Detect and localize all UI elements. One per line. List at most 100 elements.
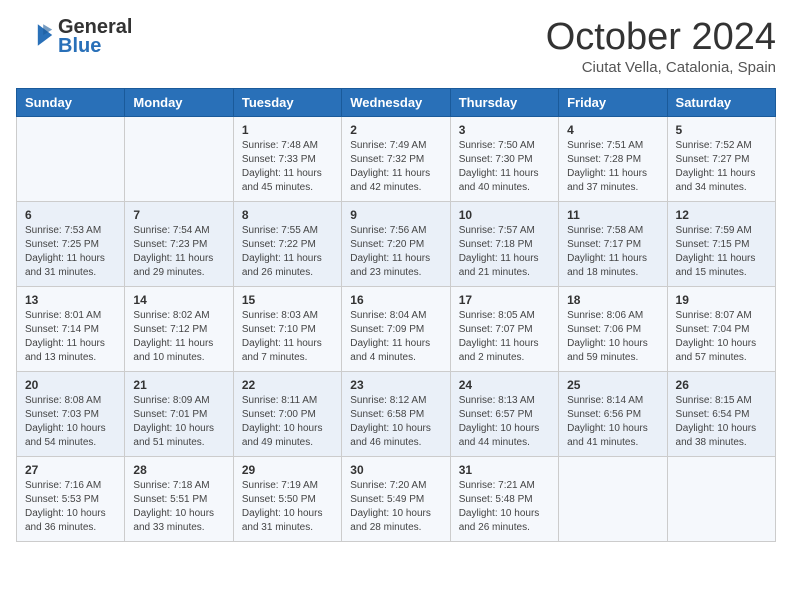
day-number: 31 [459, 463, 550, 477]
day-number: 10 [459, 208, 550, 222]
day-info: Sunrise: 7:20 AM Sunset: 5:49 PM Dayligh… [350, 479, 441, 535]
day-number: 17 [459, 293, 550, 307]
month-title: October 2024 [546, 16, 776, 59]
calendar-cell: 29 Sunrise: 7:19 AM Sunset: 5:50 PM Dayli… [233, 457, 341, 542]
day-info: Sunrise: 7:56 AM Sunset: 7:20 PM Dayligh… [350, 224, 441, 280]
day-info: Sunrise: 8:01 AM Sunset: 7:14 PM Dayligh… [25, 309, 116, 365]
day-number: 26 [676, 378, 767, 392]
day-info: Sunrise: 7:58 AM Sunset: 7:17 PM Dayligh… [567, 224, 658, 280]
day-number: 5 [676, 123, 767, 137]
calendar-cell: 16Sunrise: 8:04 AM Sunset: 7:09 PM Dayli… [342, 287, 450, 372]
day-info: Sunrise: 8:08 AM Sunset: 7:03 PM Dayligh… [25, 394, 116, 450]
calendar-cell [559, 457, 667, 542]
day-number: 22 [242, 378, 333, 392]
day-info: Sunrise: 8:03 AM Sunset: 7:10 PM Dayligh… [242, 309, 333, 365]
calendar-cell: 13 Sunrise: 8:01 AM Sunset: 7:14 PM Dayli… [17, 287, 125, 372]
calendar-cell: 10 Sunrise: 7:57 AM Sunset: 7:18 PM Dayli… [450, 202, 558, 287]
day-of-week-header: Wednesday [342, 89, 450, 117]
day-info: Sunrise: 7:50 AM Sunset: 7:30 PM Dayligh… [459, 139, 550, 195]
day-info: Sunrise: 7:48 AM Sunset: 7:33 PM Dayligh… [242, 139, 333, 195]
day-info: Sunrise: 8:09 AM Sunset: 7:01 PM Dayligh… [133, 394, 224, 450]
day-of-week-header: Monday [125, 89, 233, 117]
day-number: 25 [567, 378, 658, 392]
day-info: Sunrise: 8:07 AM Sunset: 7:04 PM Dayligh… [676, 309, 767, 365]
calendar-cell: 7 Sunrise: 7:54 AM Sunset: 7:23 PM Daylig… [125, 202, 233, 287]
day-info: Sunrise: 8:14 AM Sunset: 6:56 PM Dayligh… [567, 394, 658, 450]
calendar-week-row: 1 Sunrise: 7:48 AM Sunset: 7:33 PM Daylig… [17, 117, 776, 202]
title-block: October 2024 Ciutat Vella, Catalonia, Sp… [546, 16, 776, 76]
day-number: 1 [242, 123, 333, 137]
day-number: 14 [133, 293, 224, 307]
day-info: Sunrise: 7:54 AM Sunset: 7:23 PM Dayligh… [133, 224, 224, 280]
day-number: 20 [25, 378, 116, 392]
day-number: 7 [133, 208, 224, 222]
day-number: 23 [350, 378, 441, 392]
day-info: Sunrise: 7:16 AM Sunset: 5:53 PM Dayligh… [25, 479, 116, 535]
calendar-cell: 31 Sunrise: 7:21 AM Sunset: 5:48 PM Dayli… [450, 457, 558, 542]
day-info: Sunrise: 7:55 AM Sunset: 7:22 PM Dayligh… [242, 224, 333, 280]
day-info: Sunrise: 7:19 AM Sunset: 5:50 PM Dayligh… [242, 479, 333, 535]
day-of-week-header: Thursday [450, 89, 558, 117]
calendar-cell: 28 Sunrise: 7:18 AM Sunset: 5:51 PM Dayli… [125, 457, 233, 542]
calendar-table: SundayMondayTuesdayWednesdayThursdayFrid… [16, 88, 776, 542]
day-number: 30 [350, 463, 441, 477]
day-info: Sunrise: 7:52 AM Sunset: 7:27 PM Dayligh… [676, 139, 767, 195]
day-number: 3 [459, 123, 550, 137]
day-number: 11 [567, 208, 658, 222]
day-number: 24 [459, 378, 550, 392]
calendar-cell: 3 Sunrise: 7:50 AM Sunset: 7:30 PM Daylig… [450, 117, 558, 202]
calendar-week-row: 27 Sunrise: 7:16 AM Sunset: 5:53 PM Dayli… [17, 457, 776, 542]
day-info: Sunrise: 8:13 AM Sunset: 6:57 PM Dayligh… [459, 394, 550, 450]
calendar-cell: 22Sunrise: 8:11 AM Sunset: 7:00 PM Dayli… [233, 372, 341, 457]
day-number: 12 [676, 208, 767, 222]
calendar-week-row: 20 Sunrise: 8:08 AM Sunset: 7:03 PM Dayli… [17, 372, 776, 457]
calendar-cell: 1 Sunrise: 7:48 AM Sunset: 7:33 PM Daylig… [233, 117, 341, 202]
day-info: Sunrise: 7:57 AM Sunset: 7:18 PM Dayligh… [459, 224, 550, 280]
day-info: Sunrise: 7:18 AM Sunset: 5:51 PM Dayligh… [133, 479, 224, 535]
calendar-header: SundayMondayTuesdayWednesdayThursdayFrid… [17, 89, 776, 117]
calendar-cell: 11 Sunrise: 7:58 AM Sunset: 7:17 PM Dayli… [559, 202, 667, 287]
day-info: Sunrise: 8:05 AM Sunset: 7:07 PM Dayligh… [459, 309, 550, 365]
calendar-week-row: 6Sunrise: 7:53 AM Sunset: 7:25 PM Daylig… [17, 202, 776, 287]
day-number: 27 [25, 463, 116, 477]
day-info: Sunrise: 8:12 AM Sunset: 6:58 PM Dayligh… [350, 394, 441, 450]
calendar-cell [125, 117, 233, 202]
day-number: 13 [25, 293, 116, 307]
calendar-cell: 12 Sunrise: 7:59 AM Sunset: 7:15 PM Dayli… [667, 202, 775, 287]
day-number: 16 [350, 293, 441, 307]
day-number: 4 [567, 123, 658, 137]
calendar-cell: 9 Sunrise: 7:56 AM Sunset: 7:20 PM Daylig… [342, 202, 450, 287]
calendar-cell: 23 Sunrise: 8:12 AM Sunset: 6:58 PM Dayli… [342, 372, 450, 457]
day-info: Sunrise: 7:49 AM Sunset: 7:32 PM Dayligh… [350, 139, 441, 195]
calendar-cell: 6Sunrise: 7:53 AM Sunset: 7:25 PM Daylig… [17, 202, 125, 287]
day-number: 9 [350, 208, 441, 222]
day-of-week-header: Sunday [17, 89, 125, 117]
day-info: Sunrise: 7:59 AM Sunset: 7:15 PM Dayligh… [676, 224, 767, 280]
calendar-cell: 30 Sunrise: 7:20 AM Sunset: 5:49 PM Dayli… [342, 457, 450, 542]
calendar-week-row: 13 Sunrise: 8:01 AM Sunset: 7:14 PM Dayli… [17, 287, 776, 372]
day-info: Sunrise: 8:06 AM Sunset: 7:06 PM Dayligh… [567, 309, 658, 365]
calendar-cell: 5 Sunrise: 7:52 AM Sunset: 7:27 PM Daylig… [667, 117, 775, 202]
calendar-cell [17, 117, 125, 202]
day-info: Sunrise: 7:21 AM Sunset: 5:48 PM Dayligh… [459, 479, 550, 535]
calendar-cell: 25 Sunrise: 8:14 AM Sunset: 6:56 PM Dayli… [559, 372, 667, 457]
day-number: 21 [133, 378, 224, 392]
calendar-cell: 4 Sunrise: 7:51 AM Sunset: 7:28 PM Daylig… [559, 117, 667, 202]
day-info: Sunrise: 8:02 AM Sunset: 7:12 PM Dayligh… [133, 309, 224, 365]
calendar-cell: 17 Sunrise: 8:05 AM Sunset: 7:07 PM Dayli… [450, 287, 558, 372]
day-info: Sunrise: 7:51 AM Sunset: 7:28 PM Dayligh… [567, 139, 658, 195]
day-number: 28 [133, 463, 224, 477]
calendar-cell: 14 Sunrise: 8:02 AM Sunset: 7:12 PM Dayli… [125, 287, 233, 372]
calendar-cell: 24 Sunrise: 8:13 AM Sunset: 6:57 PM Dayli… [450, 372, 558, 457]
day-number: 18 [567, 293, 658, 307]
day-info: Sunrise: 8:15 AM Sunset: 6:54 PM Dayligh… [676, 394, 767, 450]
day-of-week-header: Tuesday [233, 89, 341, 117]
calendar-cell: 21 Sunrise: 8:09 AM Sunset: 7:01 PM Dayli… [125, 372, 233, 457]
day-number: 2 [350, 123, 441, 137]
calendar-cell: 8 Sunrise: 7:55 AM Sunset: 7:22 PM Daylig… [233, 202, 341, 287]
calendar-cell: 15Sunrise: 8:03 AM Sunset: 7:10 PM Dayli… [233, 287, 341, 372]
day-number: 8 [242, 208, 333, 222]
day-of-week-header: Friday [559, 89, 667, 117]
day-number: 29 [242, 463, 333, 477]
location-subtitle: Ciutat Vella, Catalonia, Spain [546, 59, 776, 76]
